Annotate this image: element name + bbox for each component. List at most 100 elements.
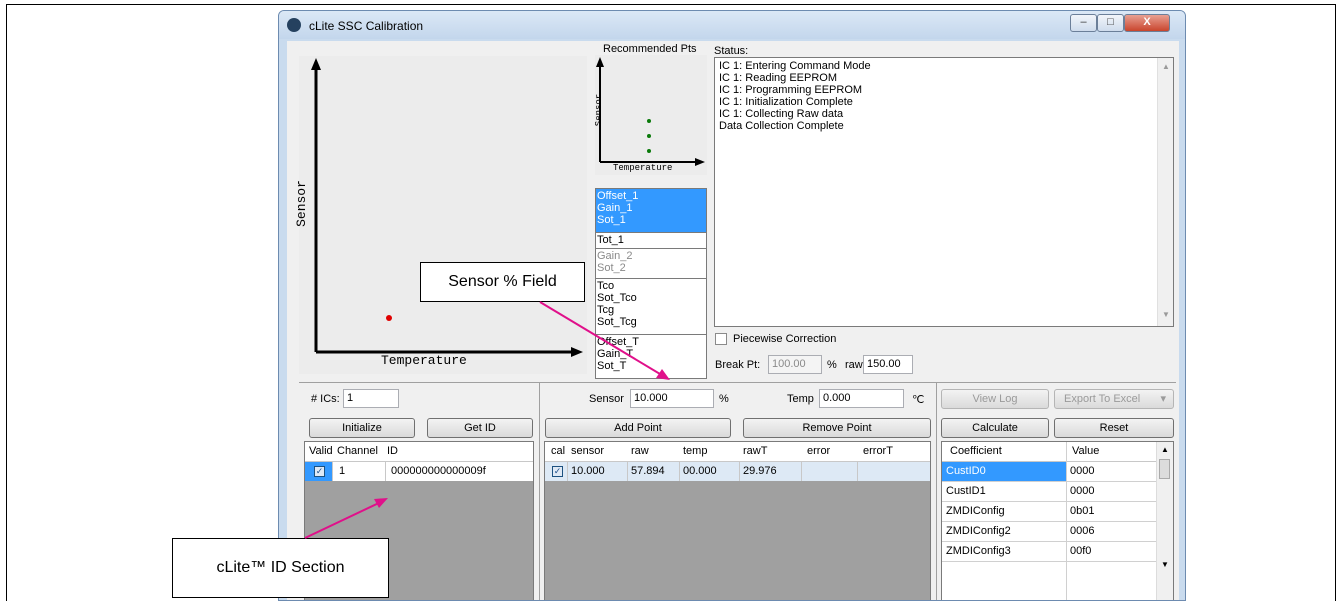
x-axis-label: Temperature bbox=[381, 353, 467, 368]
sensor-cell: 10.000 bbox=[571, 465, 605, 477]
scroll-thumb[interactable] bbox=[1159, 459, 1170, 479]
coef-name-cell: CustID1 bbox=[946, 485, 986, 497]
raw-input[interactable]: 150.00 bbox=[863, 355, 913, 374]
export-excel-button[interactable]: Export To Excel ▾ bbox=[1054, 389, 1174, 409]
col-header: error bbox=[807, 445, 831, 457]
recommended-point bbox=[647, 119, 651, 123]
col-header: temp bbox=[683, 445, 708, 457]
piecewise-checkbox[interactable] bbox=[715, 333, 727, 345]
get-id-button[interactable]: Get ID bbox=[427, 418, 533, 438]
title-bar[interactable]: cLite SSC Calibration – □ X bbox=[279, 11, 1185, 39]
data-point bbox=[386, 315, 392, 321]
ics-label: # ICs: bbox=[311, 393, 340, 405]
col-header: cal bbox=[551, 445, 566, 457]
sensor-unit: % bbox=[719, 393, 729, 405]
valid-checkbox[interactable]: ✓ bbox=[314, 466, 325, 477]
break-pt-label: Break Pt: bbox=[715, 359, 761, 371]
cal-checkbox[interactable]: ✓ bbox=[552, 466, 563, 477]
remove-point-button[interactable]: Remove Point bbox=[743, 418, 931, 438]
status-line: IC 1: Programming EEPROM bbox=[719, 84, 863, 96]
coef-value-cell: 0006 bbox=[1070, 525, 1095, 537]
break-pt-input[interactable]: 100.00 bbox=[768, 355, 822, 374]
status-scrollbar[interactable]: ▲ ▼ bbox=[1157, 58, 1173, 326]
coef-name-cell: CustID0 bbox=[946, 465, 986, 477]
coef-group-3[interactable]: Gain_2 Sot_2 bbox=[596, 249, 706, 279]
id-table-header: Valid Channel ID bbox=[305, 442, 533, 462]
coef-value-cell: 00f0 bbox=[1070, 545, 1092, 557]
coef-name-cell: ZMDIConfig3 bbox=[946, 545, 1011, 557]
points-table[interactable]: cal sensor raw temp rawT error errorT ✓ … bbox=[544, 441, 931, 600]
coef-item: Tcg bbox=[597, 304, 615, 316]
col-header: Valid bbox=[309, 445, 333, 457]
coef-item: Sot_Tcg bbox=[597, 316, 637, 328]
coef-scrollbar[interactable]: ▲ ▼ bbox=[1156, 442, 1173, 600]
status-log[interactable]: IC 1: Entering Command Mode IC 1: Readin… bbox=[714, 57, 1174, 327]
rawt-cell: 29.976 bbox=[743, 465, 777, 477]
temp-input[interactable]: 0.000 bbox=[819, 389, 904, 408]
coef-item: Sot_Tco bbox=[597, 292, 637, 304]
sensor-label: Sensor bbox=[589, 393, 624, 405]
main-graph-axes bbox=[311, 58, 583, 357]
recommended-title: Recommended Pts bbox=[603, 43, 697, 55]
coef-item: Gain_2 bbox=[597, 250, 633, 262]
recommended-graph: Temperature Sensor bbox=[594, 55, 707, 175]
coef-value-cell: 0b01 bbox=[1070, 505, 1095, 517]
table-row[interactable]: CustID1 0000 bbox=[942, 482, 1173, 502]
export-excel-label: Export To Excel bbox=[1064, 393, 1141, 405]
id-section-callout: cLite™ ID Section bbox=[172, 538, 389, 598]
temp-cell: 00.000 bbox=[683, 465, 717, 477]
recommended-point bbox=[647, 149, 651, 153]
app-window: cLite SSC Calibration – □ X Temperature … bbox=[278, 10, 1186, 601]
coef-name-cell: ZMDIConfig bbox=[946, 505, 1005, 517]
status-line: IC 1: Entering Command Mode bbox=[719, 60, 871, 72]
maximize-button[interactable]: □ bbox=[1097, 14, 1124, 32]
coef-item: Tot_1 bbox=[597, 234, 624, 246]
table-row[interactable]: ZMDIConfig2 0006 bbox=[942, 522, 1173, 542]
col-header: Coefficient bbox=[950, 445, 1002, 457]
coef-item: Gain_1 bbox=[597, 202, 633, 214]
reset-button[interactable]: Reset bbox=[1054, 418, 1174, 438]
coef-table-header: Coefficient Value bbox=[942, 442, 1173, 462]
coef-group-4[interactable]: Tco Sot_Tco Tcg Sot_Tcg bbox=[596, 279, 706, 335]
coef-table[interactable]: Coefficient Value CustID0 0000 CustID1 0… bbox=[941, 441, 1174, 600]
initialize-button[interactable]: Initialize bbox=[309, 418, 415, 438]
coef-group-2[interactable]: Tot_1 bbox=[596, 233, 706, 249]
view-log-button[interactable]: View Log bbox=[941, 389, 1049, 409]
coef-item: Gain_T bbox=[597, 348, 634, 360]
add-point-button[interactable]: Add Point bbox=[545, 418, 731, 438]
col-header: errorT bbox=[863, 445, 893, 457]
status-label: Status: bbox=[714, 45, 749, 57]
table-row[interactable]: ZMDIConfig3 00f0 bbox=[942, 542, 1173, 562]
status-line: IC 1: Collecting Raw data bbox=[719, 108, 844, 120]
scroll-down-icon[interactable]: ▼ bbox=[1162, 310, 1170, 319]
scroll-down-icon[interactable]: ▼ bbox=[1161, 560, 1169, 569]
calculate-button[interactable]: Calculate bbox=[941, 418, 1049, 438]
col-header: sensor bbox=[571, 445, 605, 457]
y-axis-label: Sensor bbox=[293, 180, 309, 227]
table-row[interactable]: CustID0 0000 bbox=[942, 462, 1173, 482]
points-table-header: cal sensor raw temp rawT error errorT bbox=[545, 442, 930, 462]
coef-value-cell: 0000 bbox=[1070, 465, 1095, 477]
close-button[interactable]: X bbox=[1124, 14, 1170, 32]
table-row[interactable]: ✓ 10.000 57.894 00.000 29.976 bbox=[545, 462, 930, 481]
coef-item: Sot_1 bbox=[597, 214, 626, 226]
status-line: IC 1: Initialization Complete bbox=[719, 96, 853, 108]
status-line: IC 1: Reading EEPROM bbox=[719, 72, 837, 84]
window-title: cLite SSC Calibration bbox=[309, 19, 424, 33]
table-row[interactable]: ✓ 1 000000000000009f bbox=[305, 462, 533, 481]
minimize-button[interactable]: – bbox=[1070, 14, 1097, 32]
coef-group-1[interactable]: Offset_1 Gain_1 Sot_1 bbox=[596, 189, 706, 233]
recommended-point bbox=[647, 134, 651, 138]
scroll-up-icon[interactable]: ▲ bbox=[1162, 62, 1170, 71]
coefficient-list: Offset_1 Gain_1 Sot_1 Tot_1 Gain_2 Sot_2… bbox=[595, 188, 707, 379]
recommended-axes bbox=[596, 57, 705, 166]
coef-group-5[interactable]: Offset_T Gain_T Sot_T bbox=[596, 335, 706, 378]
divider bbox=[539, 382, 540, 600]
sensor-field-callout: Sensor % Field bbox=[420, 262, 585, 302]
scroll-up-icon[interactable]: ▲ bbox=[1161, 445, 1169, 454]
ics-input[interactable]: 1 bbox=[343, 389, 399, 408]
table-row[interactable]: ZMDIConfig 0b01 bbox=[942, 502, 1173, 522]
coef-item: Sot_T bbox=[597, 360, 627, 372]
coef-value-cell: 0000 bbox=[1070, 485, 1095, 497]
sensor-input[interactable]: 10.000 bbox=[630, 389, 714, 408]
